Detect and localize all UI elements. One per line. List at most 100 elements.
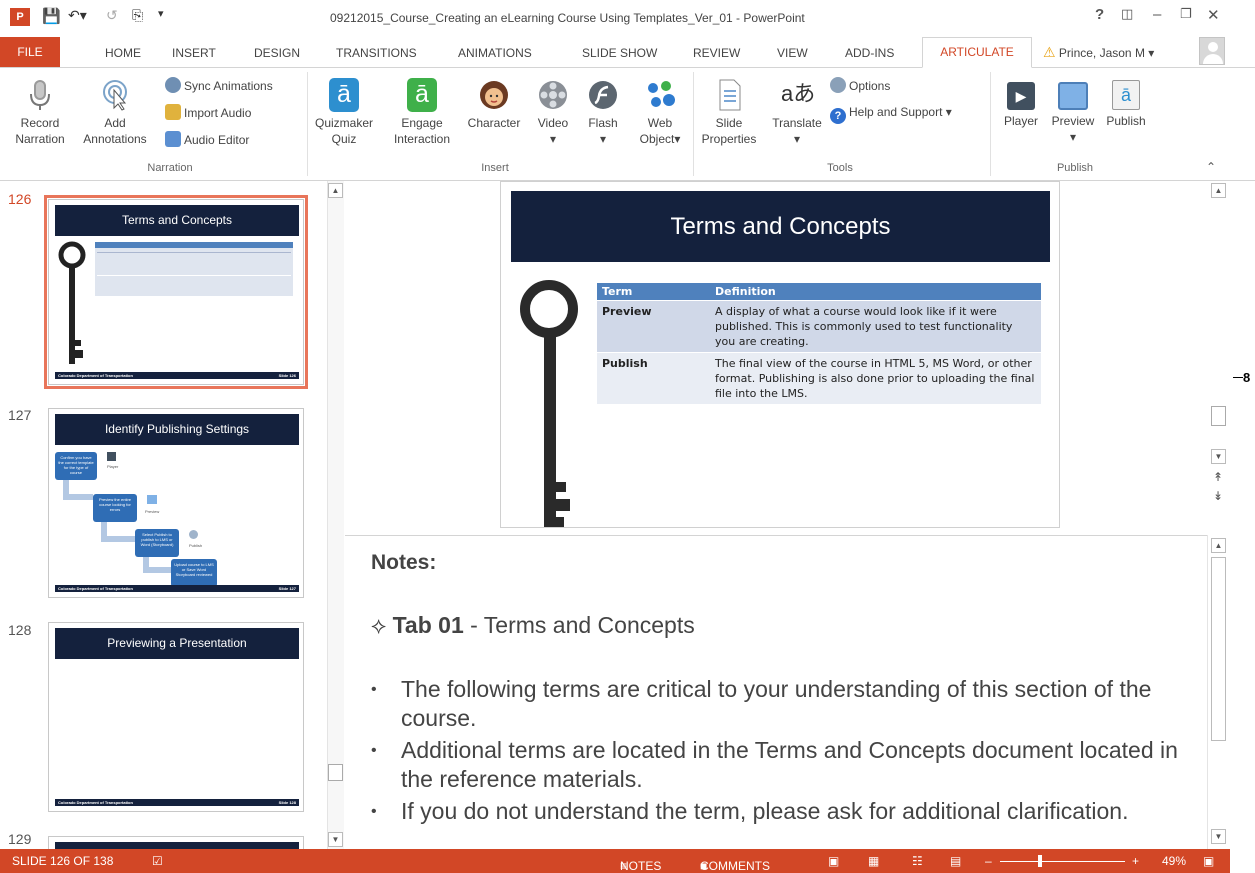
zoom-slider[interactable] (1000, 855, 1125, 867)
previous-slide-icon[interactable]: ↟ (1213, 470, 1223, 484)
tab-view[interactable]: VIEW (777, 46, 808, 60)
redo-icon[interactable]: ↺ (106, 7, 118, 24)
slide-sorter-view-icon[interactable]: ▦ (868, 854, 879, 868)
tab-articulate[interactable]: ARTICULATE (922, 37, 1032, 68)
bullet-icon: • (371, 742, 377, 759)
thumbnail-footer: Colorado Department of Transportation Sli… (55, 372, 299, 379)
thumbnail-title: Identify Publishing Settings (55, 414, 299, 445)
import-audio-button[interactable]: Import Audio (165, 104, 251, 121)
undo-icon[interactable]: ↶▾ (68, 7, 87, 24)
scroll-up-icon[interactable]: ▲ (1211, 183, 1226, 198)
player-icon: ▶ (1007, 82, 1035, 110)
help-button[interactable]: ? (1095, 6, 1104, 23)
collapse-ribbon-icon[interactable]: ⌃ (1206, 160, 1216, 174)
start-from-beginning-icon[interactable]: ⎘ (132, 7, 143, 24)
scroll-down-icon[interactable]: ▼ (1211, 829, 1226, 844)
tab-animations[interactable]: ANIMATIONS (458, 46, 532, 60)
thumbnails-scrollbar[interactable]: ▲ ▼ (327, 181, 344, 849)
tab-insert[interactable]: INSERT (172, 46, 216, 60)
character-button[interactable]: Character (462, 78, 526, 131)
restore-icon[interactable]: ❐ (1180, 6, 1192, 22)
player-button[interactable]: ▶ Player (996, 78, 1046, 129)
web-object-button[interactable]: Web Object▾ (630, 78, 690, 147)
flash-icon (589, 81, 617, 109)
group-narration: Narration (147, 162, 193, 174)
spell-check-icon[interactable]: ☑ (152, 854, 163, 868)
flash-button[interactable]: Flash ▾ (580, 78, 626, 147)
options-button[interactable]: Options (830, 77, 890, 94)
zoom-out-icon[interactable]: – (985, 854, 992, 868)
zoom-slider-thumb[interactable] (1038, 855, 1042, 867)
customize-toolbar-icon[interactable]: ▾ (158, 7, 164, 20)
tab-transitions[interactable]: TRANSITIONS (336, 46, 417, 60)
notes-pane[interactable]: Notes: ⟡ Tab 01 - Terms and Concepts • Th… (345, 535, 1207, 849)
term-cell: Publish (597, 352, 710, 404)
thumbnail-slide-126[interactable]: Terms and Concepts Colorado Department o… (48, 199, 304, 385)
tab-file[interactable]: FILE (0, 37, 60, 67)
scroll-thumb[interactable] (1211, 406, 1226, 426)
normal-view-icon[interactable]: ▣ (828, 854, 839, 868)
help-icon: ? (830, 108, 846, 124)
flow-label: Preview (145, 509, 160, 514)
help-and-support-button[interactable]: ? Help and Support ▾ (830, 104, 952, 124)
preview-button[interactable]: Preview ▾ (1046, 78, 1100, 145)
fit-to-window-icon[interactable]: ▣ (1203, 854, 1214, 868)
tab-add-ins[interactable]: ADD-INS (845, 46, 894, 60)
preview-icon (147, 495, 157, 504)
minimize-button[interactable]: – (1153, 6, 1161, 23)
current-slide[interactable]: Terms and Concepts Term Definition Previe… (500, 181, 1060, 528)
publish-button[interactable]: ā Publish (1100, 78, 1152, 129)
group-insert: Insert (481, 162, 509, 174)
group-separator (307, 72, 308, 176)
scroll-down-icon[interactable]: ▼ (1211, 449, 1226, 464)
notes-scrollbar[interactable]: ▲ ▼ (1207, 535, 1230, 849)
powerpoint-logo-icon: P (10, 8, 30, 26)
scroll-thumb[interactable] (328, 764, 343, 781)
tab-home[interactable]: HOME (105, 46, 141, 60)
tab-design[interactable]: DESIGN (254, 46, 300, 60)
translate-button[interactable]: aあ Translate ▾ (764, 78, 830, 147)
list-item: • Additional terms are located in the Ter… (371, 737, 1178, 792)
quizmaker-quiz-button[interactable]: ā Quizmaker Quiz (312, 78, 376, 147)
thumbnail-number: 127 (8, 407, 32, 423)
thumbnail-slide-128[interactable]: Previewing a Presentation Colorado Depar… (48, 622, 304, 812)
flow-arrow (63, 480, 93, 500)
sync-animations-button[interactable]: Sync Animations (165, 77, 273, 94)
audio-editor-icon (165, 131, 181, 147)
save-icon[interactable]: 💾 (42, 7, 61, 25)
engage-interaction-button[interactable]: ā Engage Interaction (386, 78, 458, 147)
thumbnail-slide-127[interactable]: Identify Publishing Settings Confirm you… (48, 408, 304, 598)
slide-show-view-icon[interactable]: ▤ (950, 854, 961, 868)
term-cell: Preview (597, 300, 710, 353)
audio-editor-button[interactable]: Audio Editor (165, 131, 249, 148)
player-icon (107, 452, 116, 461)
scroll-up-icon[interactable]: ▲ (328, 183, 343, 198)
avatar[interactable] (1199, 37, 1225, 65)
tab-review[interactable]: REVIEW (693, 46, 740, 60)
close-button[interactable]: ✕ (1207, 6, 1220, 24)
slide-counter: SLIDE 126 OF 138 (12, 854, 114, 868)
terms-table[interactable]: Term Definition Preview A display of what … (597, 283, 1041, 404)
zoom-in-icon[interactable]: + (1132, 854, 1139, 868)
video-reel-icon (539, 81, 567, 109)
ribbon-display-options-icon[interactable]: ◫ (1121, 6, 1133, 22)
user-account[interactable]: ⚠ Prince, Jason M ▾ (1043, 44, 1154, 61)
slide-properties-button[interactable]: Slide Properties (694, 78, 764, 147)
next-slide-icon[interactable]: ↡ (1213, 489, 1223, 503)
video-button[interactable]: Video ▾ (528, 78, 578, 147)
user-name: Prince, Jason M (1058, 46, 1145, 60)
thumbnail-number: 126 (8, 191, 32, 207)
reading-view-icon[interactable]: ☷ (912, 854, 923, 868)
scroll-down-icon[interactable]: ▼ (328, 832, 343, 847)
scroll-up-icon[interactable]: ▲ (1211, 538, 1226, 553)
record-narration-button[interactable]: Record Narration (0, 78, 80, 147)
add-annotations-button[interactable]: Add Annotations (75, 78, 155, 147)
scroll-thumb[interactable] (1211, 557, 1226, 741)
slide-thumbnails-pane: 126 Terms and Concepts Colorado Departme… (0, 181, 344, 856)
import-audio-icon (165, 104, 181, 120)
zoom-level[interactable]: 49% (1162, 854, 1186, 868)
tab-slide-show[interactable]: SLIDE SHOW (582, 46, 657, 60)
slide-title[interactable]: Terms and Concepts (511, 191, 1050, 262)
annotation-cursor-icon (103, 80, 127, 111)
slide-scrollbar[interactable]: ▲ ▼ ↟ ↡ (1207, 181, 1230, 535)
